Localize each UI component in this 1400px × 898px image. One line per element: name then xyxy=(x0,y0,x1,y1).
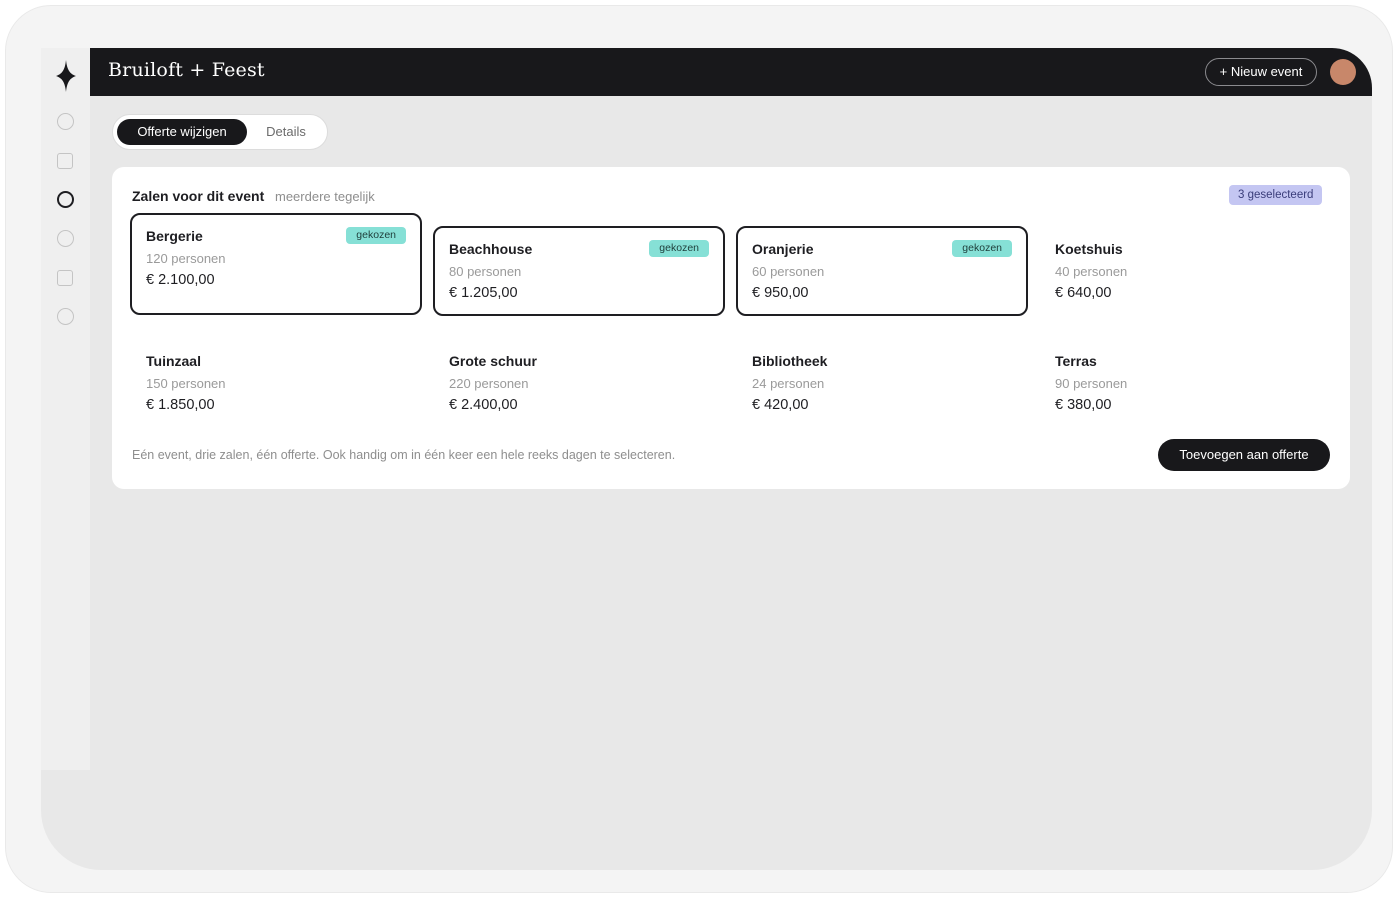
room-capacity: 60 personen xyxy=(752,264,825,279)
room-capacity: 150 personen xyxy=(146,376,226,391)
room-price: € 2.100,00 xyxy=(146,272,215,288)
section-title: Zalen voor dit event xyxy=(132,188,265,204)
room-card-tuinzaal[interactable]: Tuinzaal 150 personen € 1.850,00 xyxy=(130,338,422,428)
footnote-text: Eén event, drie zalen, één offerte. Ook … xyxy=(132,448,676,462)
nav-square-icon[interactable] xyxy=(57,153,73,169)
tab-offerte-wijzigen[interactable]: Offerte wijzigen xyxy=(117,119,247,145)
nav-square-icon[interactable] xyxy=(57,270,73,286)
room-price: € 1.850,00 xyxy=(146,397,215,413)
room-card-koetshuis[interactable]: Koetshuis 40 personen € 640,00 xyxy=(1039,226,1331,316)
nav-circle-icon[interactable] xyxy=(57,308,74,325)
chosen-badge: gekozen xyxy=(649,240,709,257)
room-price: € 640,00 xyxy=(1055,285,1112,301)
room-card-oranjerie[interactable]: Oranjerie gekozen 60 personen € 950,00 xyxy=(736,226,1028,316)
room-price: € 420,00 xyxy=(752,397,809,413)
room-name: Koetshuis xyxy=(1055,241,1123,257)
room-price: € 1.205,00 xyxy=(449,285,518,301)
tab-bar: Offerte wijzigen Details xyxy=(112,114,328,150)
room-capacity: 120 personen xyxy=(146,251,226,266)
device-frame: Bruiloft + Feest + Nieuw event Offerte w… xyxy=(5,5,1393,893)
room-price: € 950,00 xyxy=(752,285,809,301)
avatar[interactable] xyxy=(1330,59,1356,85)
room-name: Beachhouse xyxy=(449,241,533,257)
brand-title: Bruiloft + Feest xyxy=(108,59,265,81)
sidebar xyxy=(41,48,90,770)
room-capacity: 40 personen xyxy=(1055,264,1128,279)
add-to-quote-button[interactable]: Toevoegen aan offerte xyxy=(1158,439,1330,471)
topbar: Bruiloft + Feest + Nieuw event xyxy=(90,48,1372,96)
room-card-bergerie[interactable]: Bergerie gekozen 120 personen € 2.100,00 xyxy=(130,213,422,315)
room-card-bibliotheek[interactable]: Bibliotheek 24 personen € 420,00 xyxy=(736,338,1028,428)
app-screen: Bruiloft + Feest + Nieuw event Offerte w… xyxy=(41,48,1372,870)
room-name: Tuinzaal xyxy=(146,353,201,369)
room-capacity: 90 personen xyxy=(1055,376,1128,391)
selected-count-badge: 3 geselecteerd xyxy=(1229,185,1323,205)
room-card-grote-schuur[interactable]: Grote schuur 220 personen € 2.400,00 xyxy=(433,338,725,428)
room-name: Grote schuur xyxy=(449,353,537,369)
room-card-terras[interactable]: Terras 90 personen € 380,00 xyxy=(1039,338,1331,428)
room-capacity: 80 personen xyxy=(449,264,522,279)
nav-circle-icon[interactable] xyxy=(57,230,74,247)
nav-active-circle-icon[interactable] xyxy=(57,191,74,208)
room-capacity: 220 personen xyxy=(449,376,529,391)
room-name: Bibliotheek xyxy=(752,353,828,369)
room-capacity: 24 personen xyxy=(752,376,825,391)
room-price: € 380,00 xyxy=(1055,397,1112,413)
room-price: € 2.400,00 xyxy=(449,397,518,413)
room-card-beachhouse[interactable]: Beachhouse gekozen 80 personen € 1.205,0… xyxy=(433,226,725,316)
chosen-badge: gekozen xyxy=(346,227,406,244)
room-name: Terras xyxy=(1055,353,1097,369)
section-subtitle: meerdere tegelijk xyxy=(275,189,375,204)
rooms-card: Zalen voor dit event meerdere tegelijk 3… xyxy=(112,167,1350,489)
logo-icon xyxy=(56,60,76,92)
new-event-button[interactable]: + Nieuw event xyxy=(1205,58,1317,86)
chosen-badge: gekozen xyxy=(952,240,1012,257)
tab-details[interactable]: Details xyxy=(253,119,319,145)
room-name: Bergerie xyxy=(146,228,203,244)
nav-circle-icon[interactable] xyxy=(57,113,74,130)
room-name: Oranjerie xyxy=(752,241,814,257)
